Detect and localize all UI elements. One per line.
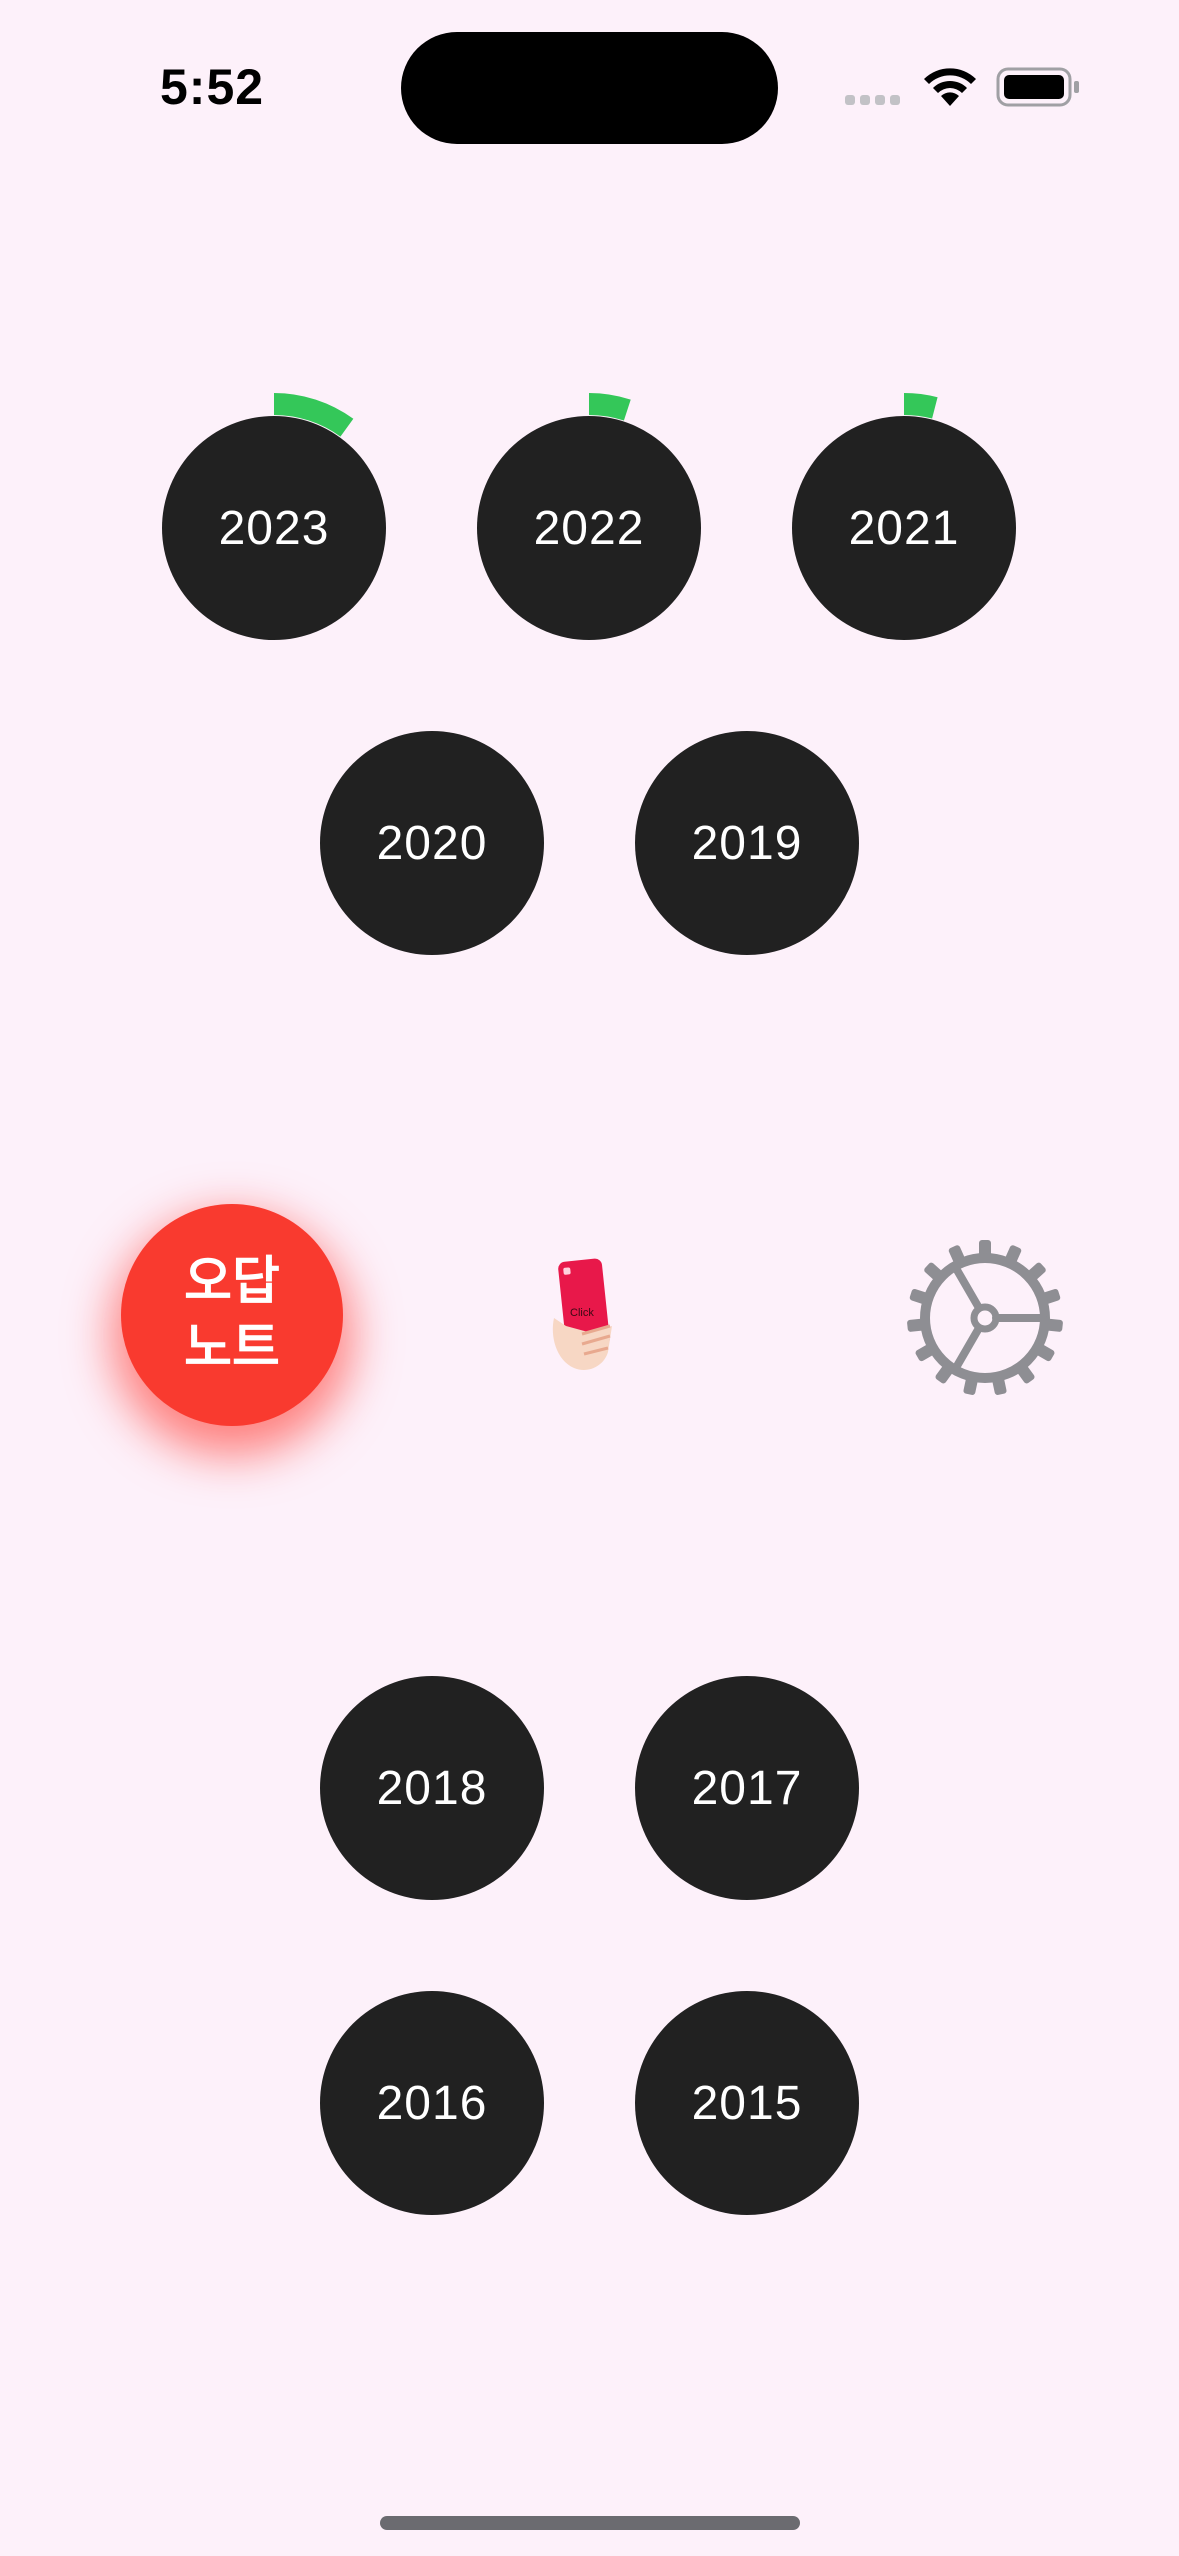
year-label: 2023: [218, 501, 330, 555]
year-button-2022[interactable]: 2022: [477, 416, 701, 640]
phone-tap-icon[interactable]: Click: [548, 1256, 620, 1376]
year-button-2015[interactable]: 2015: [635, 1991, 859, 2215]
dynamic-island: [401, 32, 778, 144]
year-button-2018[interactable]: 2018: [320, 1676, 544, 1900]
wrong-answer-note-label: 오답 노트: [184, 1253, 280, 1377]
wifi-icon: [924, 68, 976, 106]
gear-icon[interactable]: [905, 1238, 1065, 1398]
year-button-2016[interactable]: 2016: [320, 1991, 544, 2215]
cellular-signal-icon: [845, 95, 905, 107]
wrong-answer-note-button[interactable]: 오답 노트: [121, 1204, 343, 1426]
year-button-2017[interactable]: 2017: [635, 1676, 859, 1900]
year-button-2023[interactable]: 2023: [162, 416, 386, 640]
battery-icon: [996, 67, 1079, 107]
year-label: 2020: [376, 816, 488, 870]
status-time: 5:52: [160, 59, 265, 115]
year-label: 2018: [376, 1761, 488, 1815]
year-label: 2015: [691, 2076, 803, 2130]
year-button-2021[interactable]: 2021: [792, 416, 1016, 640]
year-label: 2019: [691, 816, 803, 870]
year-button-2020[interactable]: 2020: [320, 731, 544, 955]
year-button-2019[interactable]: 2019: [635, 731, 859, 955]
year-label: 2021: [848, 501, 960, 555]
year-label: 2022: [533, 501, 645, 555]
year-label: 2017: [691, 1761, 803, 1815]
home-indicator: [380, 2516, 800, 2530]
year-label: 2016: [376, 2076, 488, 2130]
phone-click-text: Click: [570, 1307, 594, 1319]
